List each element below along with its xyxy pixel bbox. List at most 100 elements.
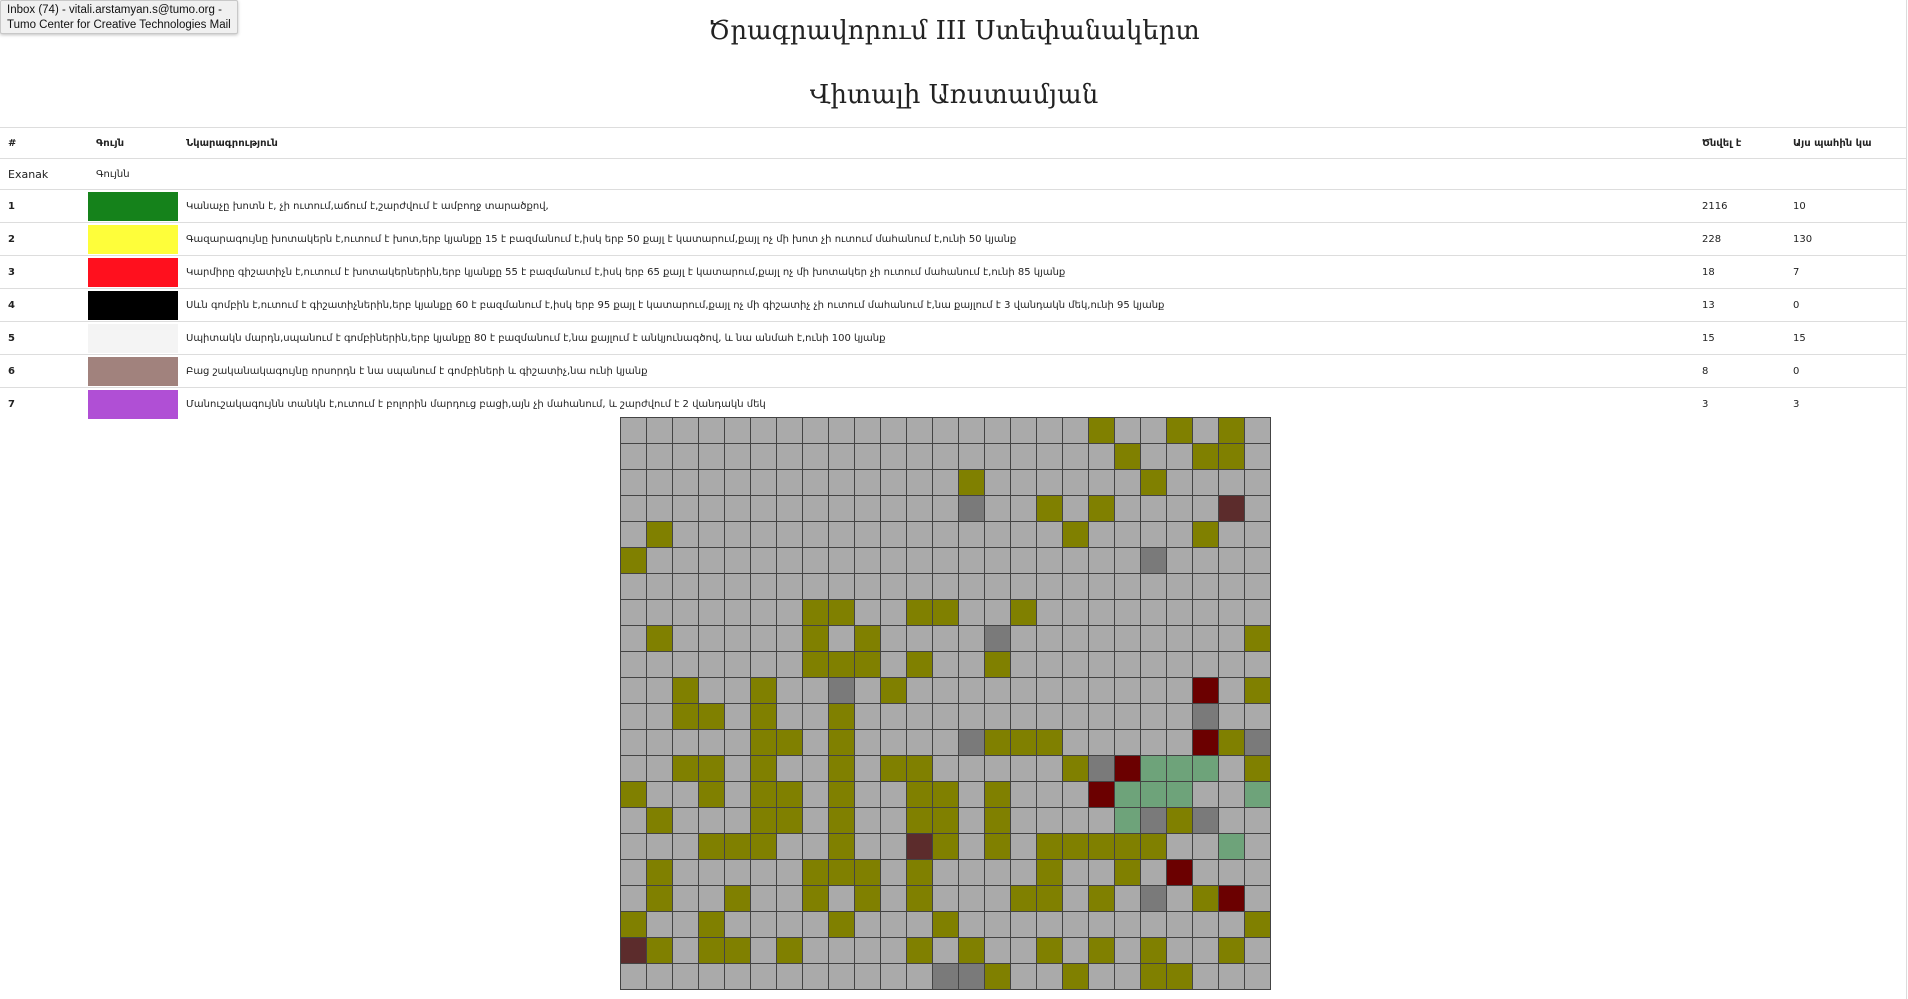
grid-cell <box>777 496 803 522</box>
grid-cell <box>985 782 1011 808</box>
grid-cell <box>1141 600 1167 626</box>
grid-cell <box>1063 522 1089 548</box>
grid-cell <box>933 652 959 678</box>
grid-cell <box>777 678 803 704</box>
grid-cell <box>803 782 829 808</box>
grid-cell <box>1141 938 1167 964</box>
grid-cell <box>1245 808 1271 834</box>
grid-cell <box>751 522 777 548</box>
grid-cell <box>1245 678 1271 704</box>
row-description: Սևն գոմբին է,ուտում է գիշատիչներին,երբ կ… <box>178 288 1694 322</box>
grid-cell <box>1089 730 1115 756</box>
grid-cell <box>985 652 1011 678</box>
header-current: Այս պահին կա <box>1785 127 1906 159</box>
grid-cell <box>1141 522 1167 548</box>
grid-cell <box>1011 626 1037 652</box>
grid-cell <box>1037 444 1063 470</box>
grid-cell <box>1037 756 1063 782</box>
grid-cell <box>725 652 751 678</box>
grid-cell <box>959 886 985 912</box>
grid-cell <box>673 834 699 860</box>
grid-cell <box>959 470 985 496</box>
grid-cell <box>1063 574 1089 600</box>
grid-cell <box>933 548 959 574</box>
grid-cell <box>699 678 725 704</box>
grid-cell <box>699 574 725 600</box>
grid-cell <box>881 912 907 938</box>
row-current: 0 <box>1785 288 1906 322</box>
grid-cell <box>855 730 881 756</box>
grid-cell <box>699 964 725 990</box>
grid-cell <box>1115 470 1141 496</box>
grid-cell <box>1063 652 1089 678</box>
grid-cell <box>803 678 829 704</box>
grid-cell <box>1141 886 1167 912</box>
row-number: 1 <box>0 189 88 223</box>
grid-cell <box>881 470 907 496</box>
grid-cell <box>673 470 699 496</box>
grid-cell <box>829 548 855 574</box>
grid-cell <box>985 912 1011 938</box>
grid-cell <box>1141 860 1167 886</box>
table-row: 2 Գազարագույնը խոտակերն է,ուտում է խոտ,ե… <box>0 222 1906 256</box>
grid-cell <box>1219 808 1245 834</box>
grid-cell <box>907 704 933 730</box>
color-swatch-red <box>88 257 178 287</box>
grid-cell <box>1219 418 1245 444</box>
grid-cell <box>647 626 673 652</box>
grid-cell <box>1063 808 1089 834</box>
grid-cell <box>1193 574 1219 600</box>
row-number: 6 <box>0 354 88 388</box>
grid-cell <box>1011 600 1037 626</box>
header-description: Նկարագրություն <box>178 127 1694 159</box>
grid-cell <box>699 470 725 496</box>
grid-cell <box>829 912 855 938</box>
color-swatch-purple <box>88 389 178 419</box>
grid-cell <box>959 756 985 782</box>
grid-cell <box>1193 886 1219 912</box>
grid-cell <box>751 548 777 574</box>
grid-cell <box>777 886 803 912</box>
grid-cell <box>725 600 751 626</box>
grid-cell <box>1219 574 1245 600</box>
grid-cell <box>855 704 881 730</box>
grid-cell <box>907 756 933 782</box>
grid-cell <box>647 808 673 834</box>
grid-cell <box>855 548 881 574</box>
grid-cell <box>1063 444 1089 470</box>
grid-cell <box>855 886 881 912</box>
grid-cell <box>1115 652 1141 678</box>
grid-cell <box>1037 964 1063 990</box>
row-born: 13 <box>1694 288 1785 322</box>
grid-cell <box>803 964 829 990</box>
grid-cell <box>803 600 829 626</box>
grid-cell <box>647 782 673 808</box>
grid-cell <box>699 652 725 678</box>
grid-cell <box>803 470 829 496</box>
color-swatch-black <box>88 290 178 320</box>
grid-cell <box>829 704 855 730</box>
grid-cell <box>673 444 699 470</box>
grid-cell <box>647 678 673 704</box>
grid-cell <box>1115 886 1141 912</box>
grid-cell <box>959 444 985 470</box>
grid-cell <box>829 626 855 652</box>
grid-cell <box>907 678 933 704</box>
grid-cell <box>829 860 855 886</box>
grid-cell <box>959 678 985 704</box>
grid-cell <box>1193 808 1219 834</box>
grid-cell <box>725 626 751 652</box>
grid-cell <box>1063 782 1089 808</box>
table-row: 6 Բաց շականակագույնը որսորդն է նա սպանու… <box>0 354 1906 388</box>
grid-cell <box>673 600 699 626</box>
grid-cell <box>673 652 699 678</box>
grid-cell <box>621 522 647 548</box>
grid-cell <box>1193 548 1219 574</box>
grid-cell <box>1063 418 1089 444</box>
grid-cell <box>933 678 959 704</box>
grid-cell <box>933 626 959 652</box>
grid-cell <box>829 652 855 678</box>
grid-cell <box>829 808 855 834</box>
grid-cell <box>881 600 907 626</box>
grid-cell <box>725 548 751 574</box>
